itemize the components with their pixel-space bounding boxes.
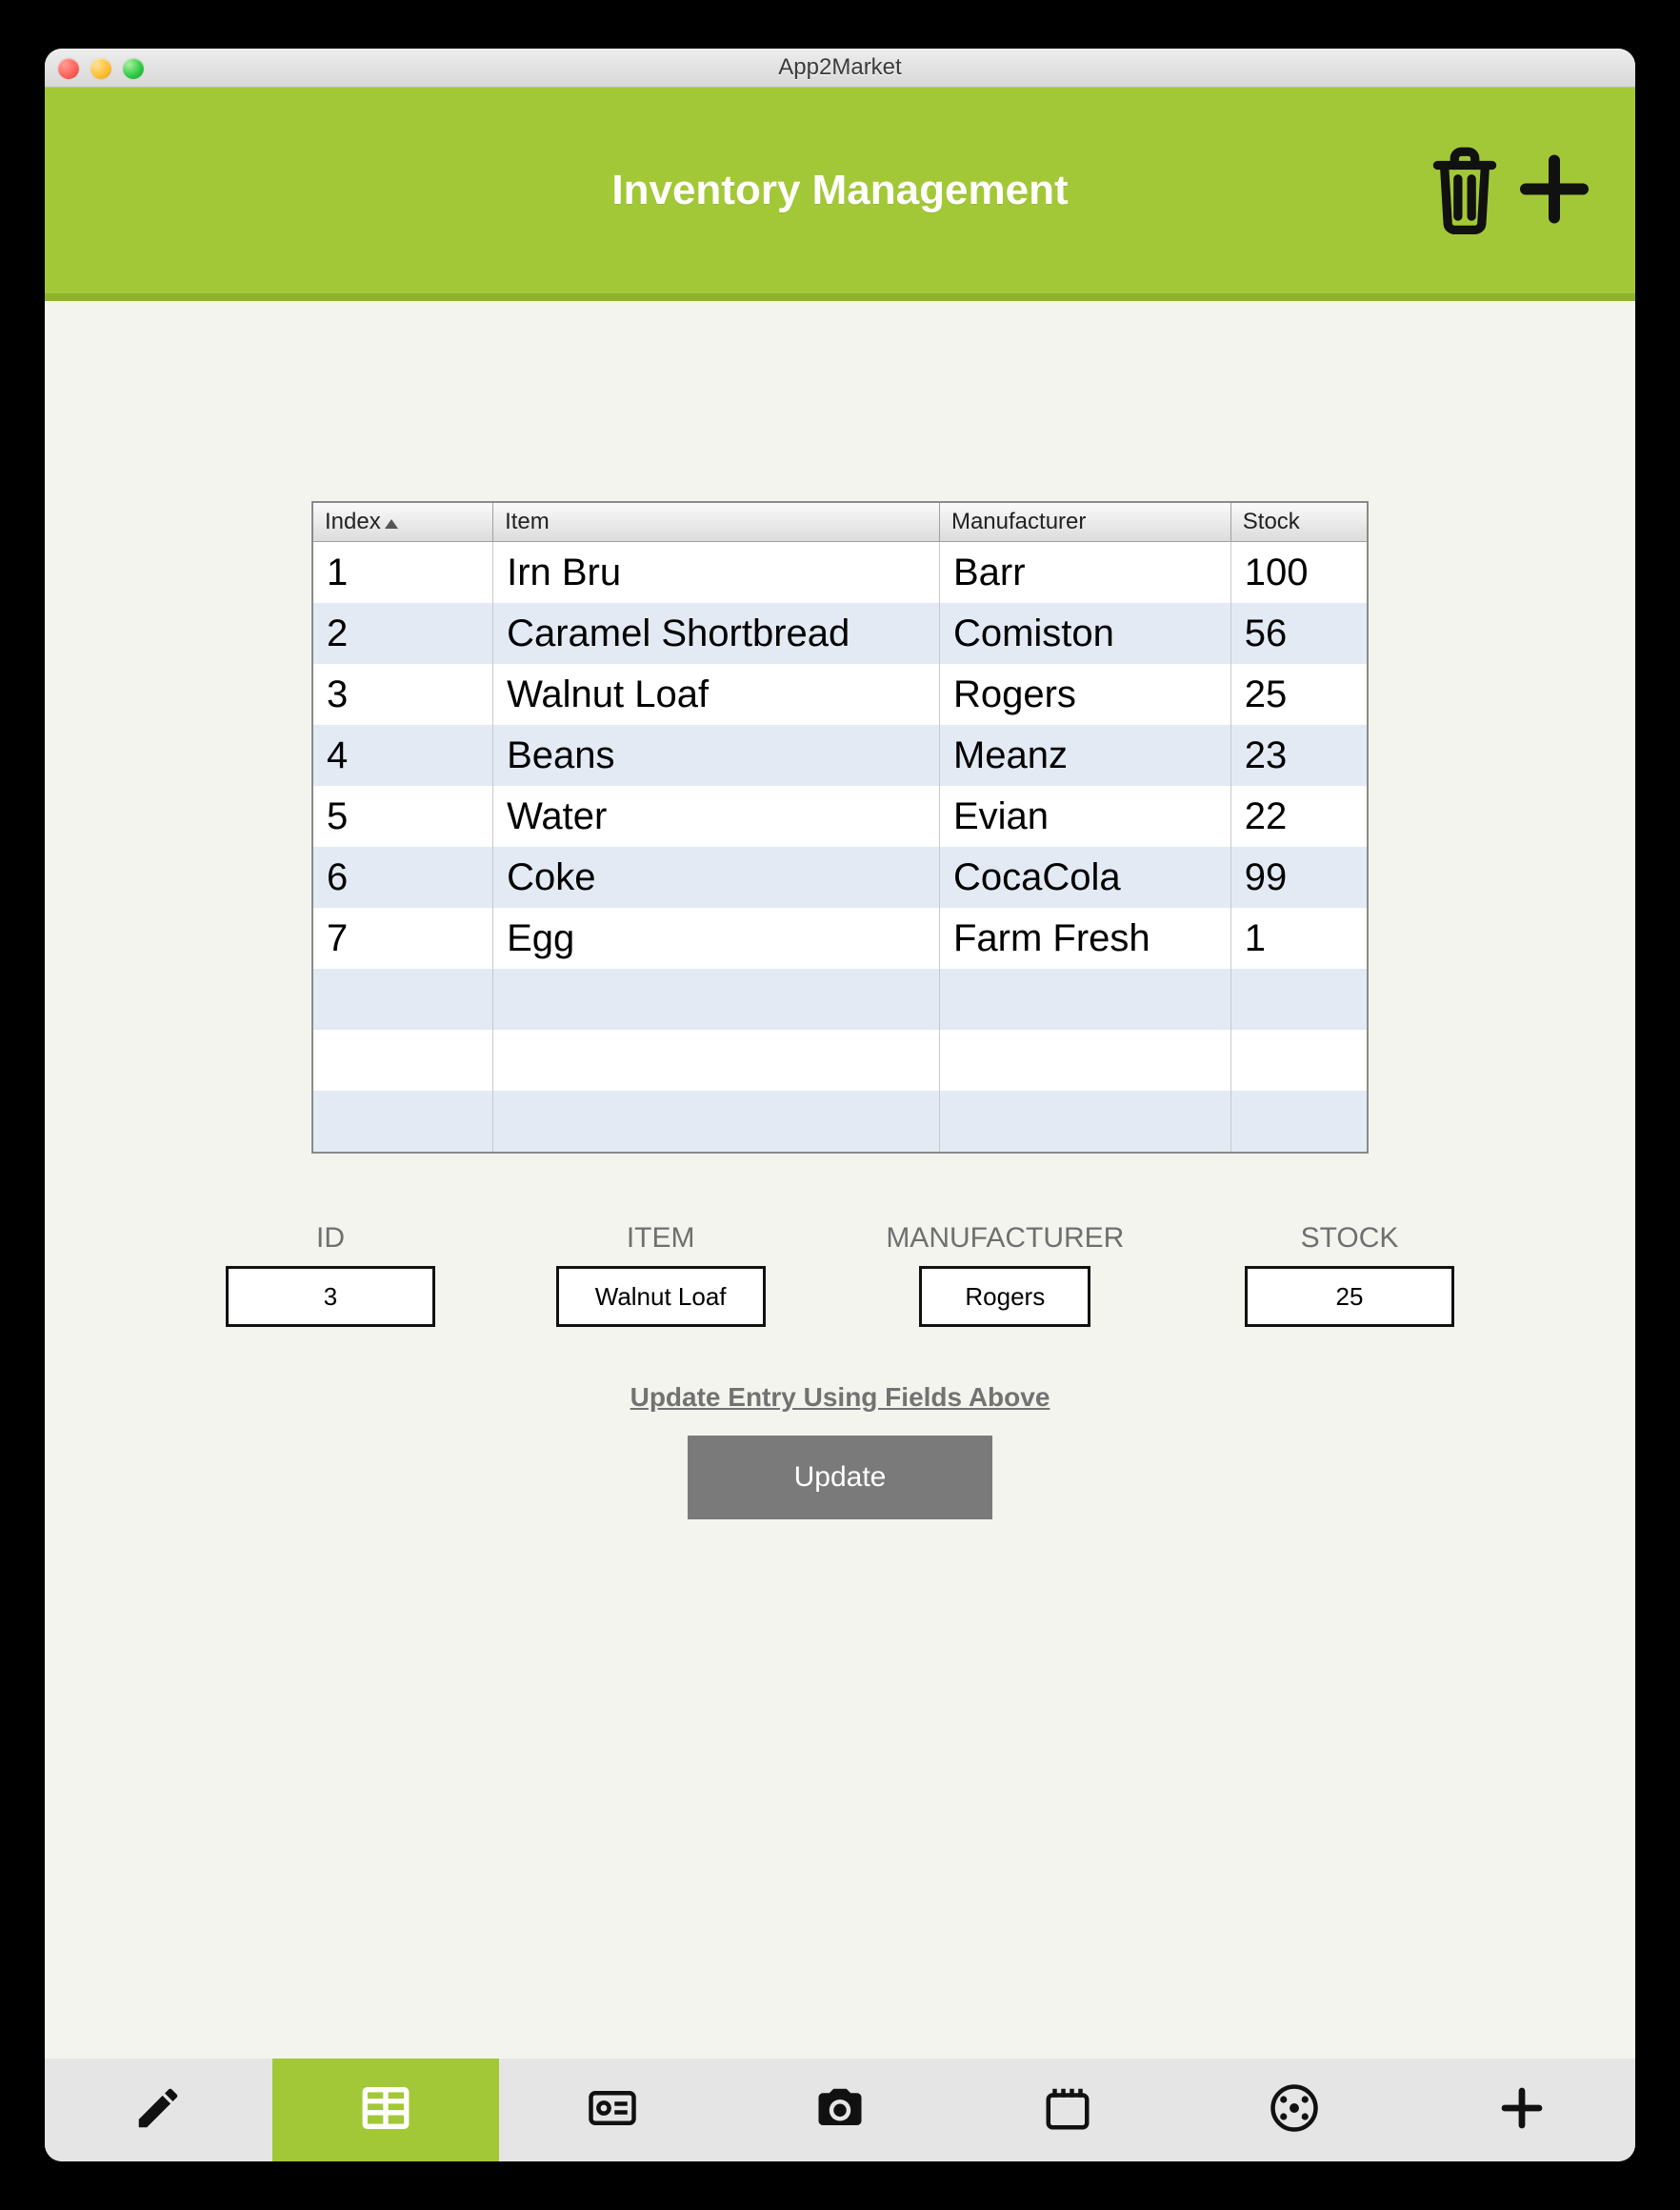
table-cell: 22 (1230, 786, 1367, 847)
table-cell: Coke (493, 847, 940, 908)
table-row[interactable] (313, 1091, 1367, 1152)
table-cell: Beans (493, 725, 940, 786)
table-cell: 1 (313, 542, 493, 604)
add-button[interactable] (1511, 142, 1597, 240)
table-cell (939, 969, 1230, 1030)
table-cell: 99 (1230, 847, 1367, 908)
edit-icon (132, 2082, 184, 2139)
tab-edit[interactable] (45, 2059, 272, 2161)
tab-media[interactable] (1181, 2059, 1409, 2161)
column-header-stock[interactable]: Stock (1230, 503, 1367, 542)
table-cell: 1 (1230, 908, 1367, 969)
table-cell (493, 1091, 940, 1152)
table-cell: 25 (1230, 664, 1367, 725)
table-cell: 6 (313, 847, 493, 908)
tab-inventory[interactable] (272, 2059, 500, 2161)
table-cell (1230, 969, 1367, 1030)
tab-add[interactable] (1408, 2059, 1635, 2161)
update-hint: Update Entry Using Fields Above (102, 1382, 1578, 1413)
table-cell: Comiston (939, 603, 1230, 664)
trash-icon (1424, 226, 1506, 240)
table-cell (1230, 1030, 1367, 1091)
table-cell: Irn Bru (493, 542, 940, 604)
inventory-icon (358, 2080, 413, 2140)
table-row[interactable] (313, 969, 1367, 1030)
column-header-item[interactable]: Item (493, 503, 940, 542)
table-row[interactable]: 4BeansMeanz23 (313, 725, 1367, 786)
table-cell: 100 (1230, 542, 1367, 604)
page-header: Inventory Management (45, 88, 1635, 301)
table-cell (1230, 1091, 1367, 1152)
table-cell: Evian (939, 786, 1230, 847)
plus-icon (1511, 226, 1597, 240)
table-cell (313, 969, 493, 1030)
content-area: IndexItemManufacturerStock 1Irn BruBarr1… (45, 301, 1635, 1519)
table-cell (313, 1091, 493, 1152)
table-cell: 2 (313, 603, 493, 664)
table-row[interactable]: 5WaterEvian22 (313, 786, 1367, 847)
table-row[interactable]: 2Caramel ShortbreadComiston56 (313, 603, 1367, 664)
table-cell: Barr (939, 542, 1230, 604)
table-cell: 23 (1230, 725, 1367, 786)
column-header-index[interactable]: Index (313, 503, 493, 542)
table-cell (313, 1030, 493, 1091)
zoom-window-button[interactable] (123, 58, 144, 79)
table-cell: CocaCola (939, 847, 1230, 908)
add-icon (1496, 2082, 1548, 2139)
table-row[interactable]: 7EggFarm Fresh1 (313, 908, 1367, 969)
table-cell: Egg (493, 908, 940, 969)
stock-label: STOCK (1301, 1222, 1399, 1255)
window-title: App2Market (45, 54, 1635, 81)
table-cell: Caramel Shortbread (493, 603, 940, 664)
item-label: ITEM (627, 1222, 695, 1255)
sort-asc-icon (385, 509, 398, 535)
stock-field[interactable] (1245, 1266, 1454, 1327)
table-row[interactable]: 6CokeCocaCola99 (313, 847, 1367, 908)
table-cell: 4 (313, 725, 493, 786)
titlebar: App2Market (45, 49, 1635, 88)
page-title: Inventory Management (611, 167, 1068, 214)
window-controls (58, 58, 144, 79)
table-cell (493, 969, 940, 1030)
table-row[interactable] (313, 1030, 1367, 1091)
table-row[interactable]: 3Walnut LoafRogers25 (313, 664, 1367, 725)
table-cell: Water (493, 786, 940, 847)
table-cell: Meanz (939, 725, 1230, 786)
minimize-window-button[interactable] (90, 58, 111, 79)
calendar-icon (1042, 2082, 1093, 2139)
media-icon (1269, 2082, 1320, 2139)
tab-profile[interactable] (499, 2059, 727, 2161)
table-cell: 5 (313, 786, 493, 847)
column-header-manufacturer[interactable]: Manufacturer (939, 503, 1230, 542)
item-field[interactable] (556, 1266, 766, 1327)
close-window-button[interactable] (58, 58, 79, 79)
table-cell: Farm Fresh (939, 908, 1230, 969)
table-cell: 3 (313, 664, 493, 725)
profile-icon (587, 2082, 638, 2139)
table-cell (939, 1030, 1230, 1091)
bottom-tab-bar (45, 2059, 1635, 2161)
table-cell: 56 (1230, 603, 1367, 664)
manufacturer-label: MANUFACTURER (886, 1222, 1124, 1255)
camera-icon (814, 2082, 866, 2139)
update-button[interactable]: Update (688, 1436, 992, 1519)
tab-camera[interactable] (727, 2059, 954, 2161)
edit-form: ID ITEM MANUFACTURER STOCK (226, 1222, 1454, 1327)
inventory-table[interactable]: IndexItemManufacturerStock 1Irn BruBarr1… (311, 501, 1369, 1154)
table-cell: Walnut Loaf (493, 664, 940, 725)
id-field[interactable] (226, 1266, 435, 1327)
manufacturer-field[interactable] (919, 1266, 1090, 1327)
table-cell (493, 1030, 940, 1091)
delete-button[interactable] (1424, 142, 1506, 240)
tab-calendar[interactable] (953, 2059, 1181, 2161)
app-window: App2Market Inventory Management (45, 49, 1635, 2161)
table-cell (939, 1091, 1230, 1152)
table-cell: 7 (313, 908, 493, 969)
id-label: ID (316, 1222, 345, 1255)
table-row[interactable]: 1Irn BruBarr100 (313, 542, 1367, 604)
table-cell: Rogers (939, 664, 1230, 725)
